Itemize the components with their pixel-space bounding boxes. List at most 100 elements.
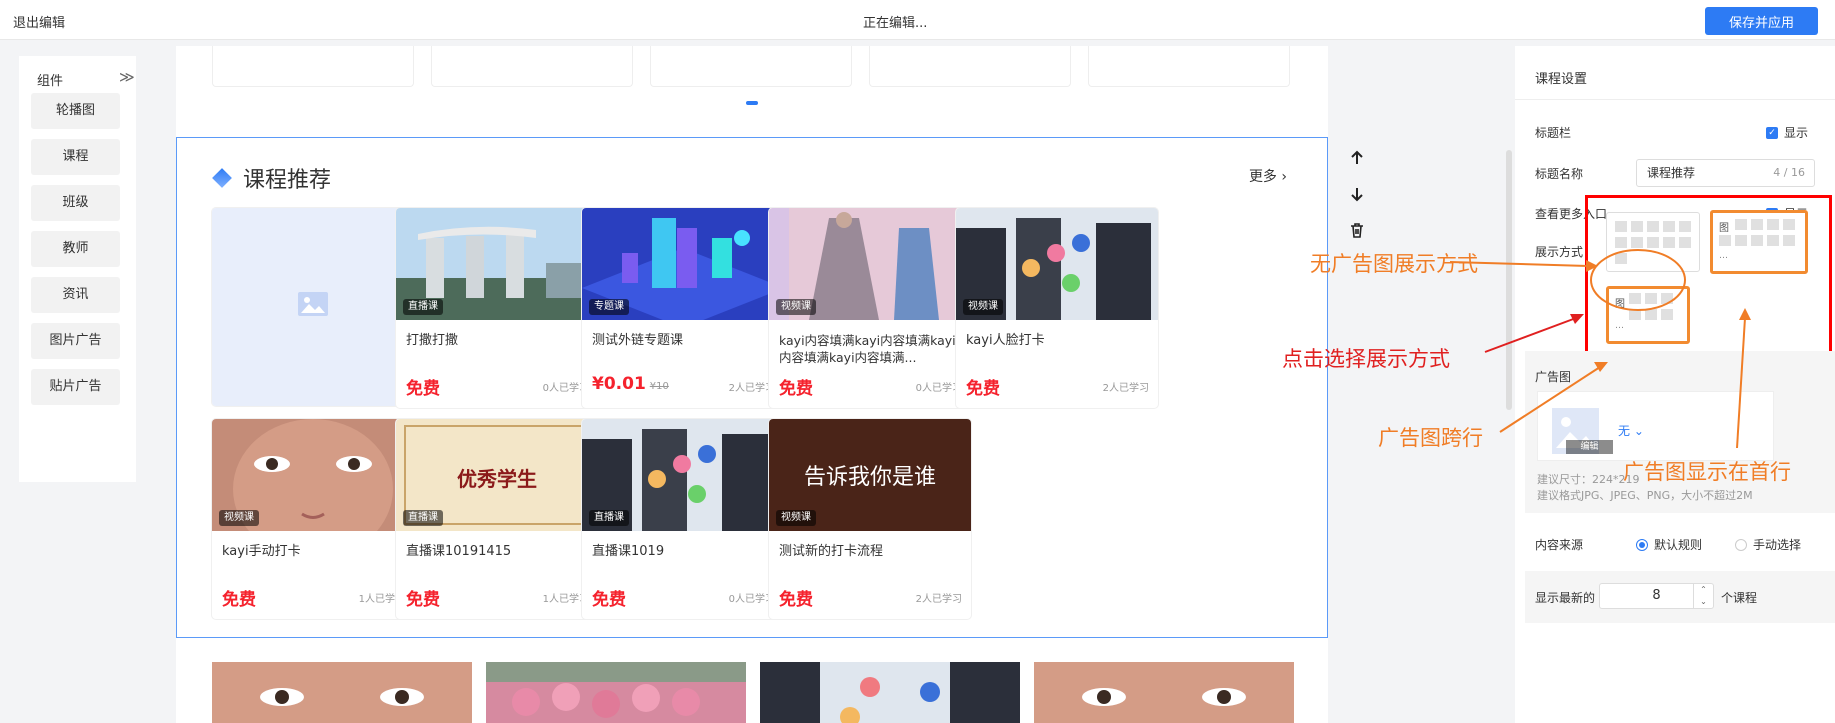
divider [1515,99,1835,100]
content-source-label: 内容来源 [1535,538,1584,552]
page-canvas: 课程推荐 更多 › 直播课 打撒打撒 免费 0人已学习 专题课 测试外链专题课 … [176,46,1328,723]
preview-image [212,662,472,723]
layout-ad-first-row[interactable]: 图 … [1710,210,1808,274]
course-card[interactable]: 视频课 kayi内容填满kayi内容填满kayi内容填满kayi内容填满... … [769,208,971,408]
preview-image [760,662,1020,723]
latest-label: 显示最新的 [1535,591,1596,605]
annotation-click: 点击选择展示方式 [1282,347,1450,371]
course-thumbnail: 专题课 [582,208,784,320]
component-teacher[interactable]: 教师 [31,231,120,267]
course-tag: 直播课 [589,510,629,526]
title-name-label: 标题名称 [1535,167,1584,181]
course-title: 直播课1019 [592,544,665,559]
course-title: 直播课10191415 [406,544,512,559]
source-default-radio[interactable]: 默认规则 [1636,536,1702,553]
course-tag: 直播课 [403,510,443,526]
course-title: kayi人脸打卡 [966,333,1045,348]
ad-image-preview[interactable]: 编辑 [1552,408,1613,454]
preview-image [1034,662,1294,723]
move-up-icon[interactable] [1342,143,1372,173]
course-price: 免费 [592,590,626,610]
collapse-icon[interactable]: ≫ [119,68,135,86]
section-title: 课程推荐 [212,162,332,194]
carousel-card[interactable] [650,46,852,87]
title-name-input[interactable]: 课程推荐 4 / 16 [1636,159,1815,187]
course-recommend-section[interactable]: 课程推荐 更多 › 直播课 打撒打撒 免费 0人已学习 专题课 测试外链专题课 … [176,137,1328,638]
preview-image [486,662,746,723]
course-card[interactable]: 优秀学生 直播课 直播课10191415 免费 1人已学习 [396,419,598,619]
course-price: 免费 [966,379,1000,399]
course-thumbnail: 直播课 [396,208,598,320]
latest-unit: 个课程 [1721,591,1758,605]
carousel-indicator[interactable] [746,101,758,105]
course-card[interactable]: 专题课 测试外链专题课 ¥0.01 ¥10 2人已学习 [582,208,784,408]
component-course[interactable]: 课程 [31,139,120,175]
thumbnail-text: 告诉我你是谁 [803,465,936,490]
annotation-cross: 广告图跨行 [1378,426,1483,450]
course-price: ¥0.01 ¥10 [592,374,669,394]
edit-status: 正在编辑... [863,16,928,31]
carousel-card[interactable] [212,46,414,87]
ad-select-dropdown[interactable]: 无 ⌄ [1618,422,1644,439]
course-title: 打撒打撒 [406,333,459,348]
scrollbar[interactable] [1506,150,1512,410]
course-card[interactable]: 视频课 kayi手动打卡 免费 1人已学习 [212,419,414,619]
course-thumbnail: 告诉我你是谁 视频课 [769,419,971,531]
layout-no-ad[interactable] [1606,212,1700,272]
title-bar-label: 标题栏 [1535,126,1572,140]
next-section-preview [212,662,1294,723]
char-count: 4 / 16 [1773,166,1805,179]
carousel-card[interactable] [869,46,1071,87]
source-manual-radio[interactable]: 手动选择 [1735,536,1801,553]
carousel-card[interactable] [1088,46,1290,87]
course-card[interactable]: 告诉我你是谁 视频课 测试新的打卡流程 免费 2人已学习 [769,419,971,619]
component-patch-ad[interactable]: 贴片广告 [31,369,120,405]
more-link[interactable]: 更多 › [1249,166,1287,186]
title-bar-show-checkbox[interactable]: ✓ 显示 [1766,124,1808,141]
exit-edit-link[interactable]: 退出编辑 [13,12,65,31]
course-tag: 视频课 [963,299,1003,315]
ad-placeholder[interactable] [212,208,414,406]
course-tag: 视频课 [219,510,259,526]
diamond-icon [212,168,232,188]
component-panel-title: 组件 [37,74,64,89]
layout-ad-cross-row[interactable]: 图 … [1606,286,1690,344]
course-card[interactable]: 直播课 打撒打撒 免费 0人已学习 [396,208,598,408]
course-thumbnail: 视频课 [956,208,1158,320]
move-down-icon[interactable] [1342,179,1372,209]
image-icon [298,292,328,316]
course-price: 免费 [779,379,813,399]
course-thumbnail: 视频课 [769,208,971,320]
course-price: 免费 [406,379,440,399]
section-title-text: 课程推荐 [243,168,332,193]
course-thumbnail: 视频课 [212,419,414,531]
delete-icon[interactable] [1342,215,1372,245]
course-title: 测试新的打卡流程 [779,544,884,559]
course-title: kayi手动打卡 [222,544,301,559]
component-image-ad[interactable]: 图片广告 [31,323,120,359]
course-title: kayi内容填满kayi内容填满kayi内容填满kayi内容填满... [779,333,956,365]
thumbnail-text: 优秀学生 [457,467,537,491]
carousel-card[interactable] [431,46,633,87]
settings-panel: 课程设置 标题栏 ✓显示 标题名称 课程推荐4 / 16 查看更多入口 ✓显示 … [1515,46,1835,723]
component-panel: 组件 ≫ 轮播图 课程 班级 教师 资讯 图片广告 贴片广告 [19,56,136,482]
course-tag: 视频课 [776,299,816,315]
save-apply-button[interactable]: 保存并应用 [1705,7,1818,35]
course-title: 测试外链专题课 [592,333,684,348]
original-price: ¥10 [649,381,669,392]
annotation-first-row: 广告图显示在首行 [1623,460,1791,484]
component-news[interactable]: 资讯 [31,277,120,313]
latest-count-settings: 显示最新的 8 ⌃ ⌄ 个课程 [1525,571,1835,623]
component-class[interactable]: 班级 [31,185,120,221]
top-bar: 退出编辑 正在编辑... 保存并应用 [0,0,1835,40]
course-learners: 2人已学习 [1102,383,1149,394]
component-carousel[interactable]: 轮播图 [31,93,120,129]
section-tools [1342,143,1372,251]
ad-edit-button[interactable]: 编辑 [1566,440,1613,454]
stepper-arrows[interactable]: ⌃ ⌄ [1693,584,1713,608]
course-card[interactable]: 视频课 kayi人脸打卡 免费 2人已学习 [956,208,1158,408]
latest-count-input[interactable]: 8 ⌃ ⌄ [1599,583,1714,609]
course-card[interactable]: 直播课 直播课1019 免费 0人已学习 [582,419,784,619]
course-tag: 直播课 [403,299,443,315]
course-tag: 视频课 [776,510,816,526]
